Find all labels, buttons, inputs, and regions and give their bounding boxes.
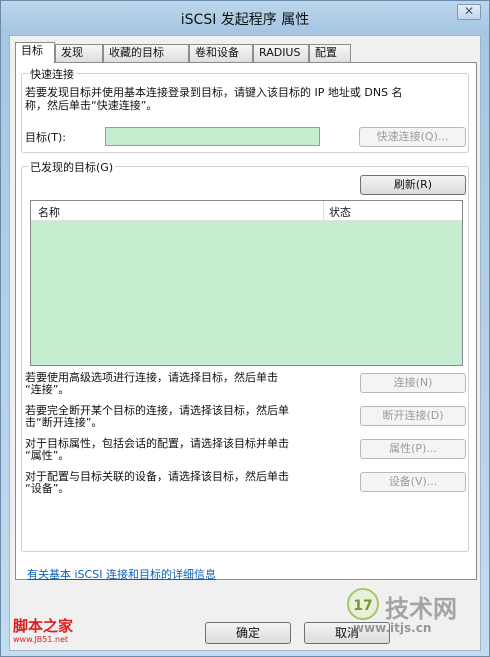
target-label: 目标(T): — [25, 131, 67, 144]
refresh-button[interactable]: 刷新(R) — [360, 175, 466, 195]
quick-connect-title: 快速连接 — [28, 66, 76, 82]
disconnect-description: 若要完全断开某个目标的连接，请选择该目标，然后单 击“断开连接”。 — [25, 405, 340, 429]
disconnect-button[interactable]: 断开连接(D) — [360, 406, 466, 426]
watermark-jb51-url: www.JB51.net — [13, 635, 69, 644]
connect-desc-line1: 若要使用高级选项进行连接，请选择目标，然后单击 — [25, 371, 278, 384]
tab-configuration[interactable]: 配置 — [309, 44, 351, 62]
properties-desc-line1: 对于目标属性，包括会话的配置，请选择该目标并单击 — [25, 437, 289, 450]
ok-button[interactable]: 确定 — [205, 622, 291, 644]
watermark-itjs-text: 技术网 — [385, 595, 457, 623]
properties-window: iSCSI 发起程序 属性 ✕ 目标 发现 收藏的目标 卷和设备 RADIUS … — [0, 0, 490, 657]
watermark-jb51-text: 脚本之家 — [13, 617, 74, 635]
title-bar[interactable]: iSCSI 发起程序 属性 ✕ — [1, 1, 489, 35]
disconnect-desc-line2: 击“断开连接”。 — [25, 416, 103, 429]
devices-description: 对于配置与目标关联的设备，请选择该目标，然后单击 “设备”。 — [25, 471, 340, 495]
target-input[interactable] — [105, 127, 320, 146]
quick-connect-desc-line2: 称，然后单击“快速连接”。 — [25, 99, 158, 112]
quick-connect-description: 若要发现目标并使用基本连接登录到目标，请键入该目标的 IP 地址或 DNS 名 … — [25, 86, 465, 112]
quick-connect-group: 快速连接 若要发现目标并使用基本连接登录到目标，请键入该目标的 IP 地址或 D… — [21, 66, 469, 153]
discovered-targets-group: 已发现的目标(G) 刷新(R) 名称 状态 若要使用高级选项进行连接，请选择目标… — [21, 159, 469, 552]
tab-radius[interactable]: RADIUS — [253, 44, 309, 62]
close-icon: ✕ — [463, 4, 475, 18]
devices-button[interactable]: 设备(V)... — [360, 472, 466, 492]
list-header: 名称 状态 — [31, 201, 462, 221]
watermark-itjs-url: www.itjs.cn — [353, 621, 432, 635]
devices-desc-line2: “设备”。 — [25, 482, 70, 495]
itjs-logo-text: 17 — [353, 598, 372, 614]
tab-volumes-devices[interactable]: 卷和设备 — [189, 44, 253, 62]
devices-desc-line1: 对于配置与目标关联的设备，请选择该目标，然后单击 — [25, 470, 289, 483]
properties-description: 对于目标属性，包括会话的配置，请选择该目标并单击 “属性”。 — [25, 438, 340, 462]
itjs-logo-icon: 17 — [347, 588, 379, 620]
tab-targets[interactable]: 目标 — [15, 42, 55, 63]
connect-desc-line2: “连接”。 — [25, 383, 70, 396]
targets-panel: 快速连接 若要发现目标并使用基本连接登录到目标，请键入该目标的 IP 地址或 D… — [15, 62, 477, 582]
column-separator[interactable] — [323, 201, 324, 221]
quick-connect-button[interactable]: 快速连接(Q)... — [359, 127, 466, 147]
connect-description: 若要使用高级选项进行连接，请选择目标，然后单击 “连接”。 — [25, 372, 335, 396]
window-title: iSCSI 发起程序 属性 — [180, 12, 310, 28]
properties-button[interactable]: 属性(P)... — [360, 439, 466, 459]
help-link[interactable]: 有关基本 iSCSI 连接和目标的详细信息 — [27, 566, 216, 582]
column-header-status[interactable]: 状态 — [329, 204, 351, 220]
close-button[interactable]: ✕ — [457, 4, 481, 20]
column-header-name[interactable]: 名称 — [38, 204, 60, 220]
properties-desc-line2: “属性”。 — [25, 449, 70, 462]
quick-connect-desc-line1: 若要发现目标并使用基本连接登录到目标，请键入该目标的 IP 地址或 DNS 名 — [25, 86, 403, 99]
tab-favorite-targets[interactable]: 收藏的目标 — [103, 44, 189, 62]
connect-button[interactable]: 连接(N) — [360, 373, 466, 393]
discovered-targets-title: 已发现的目标(G) — [28, 159, 116, 175]
discovered-targets-list[interactable]: 名称 状态 — [30, 200, 463, 366]
tab-discovery[interactable]: 发现 — [55, 44, 103, 62]
dialog-client-area: 目标 发现 收藏的目标 卷和设备 RADIUS 配置 快速连接 若要发现目标并使… — [9, 35, 481, 651]
